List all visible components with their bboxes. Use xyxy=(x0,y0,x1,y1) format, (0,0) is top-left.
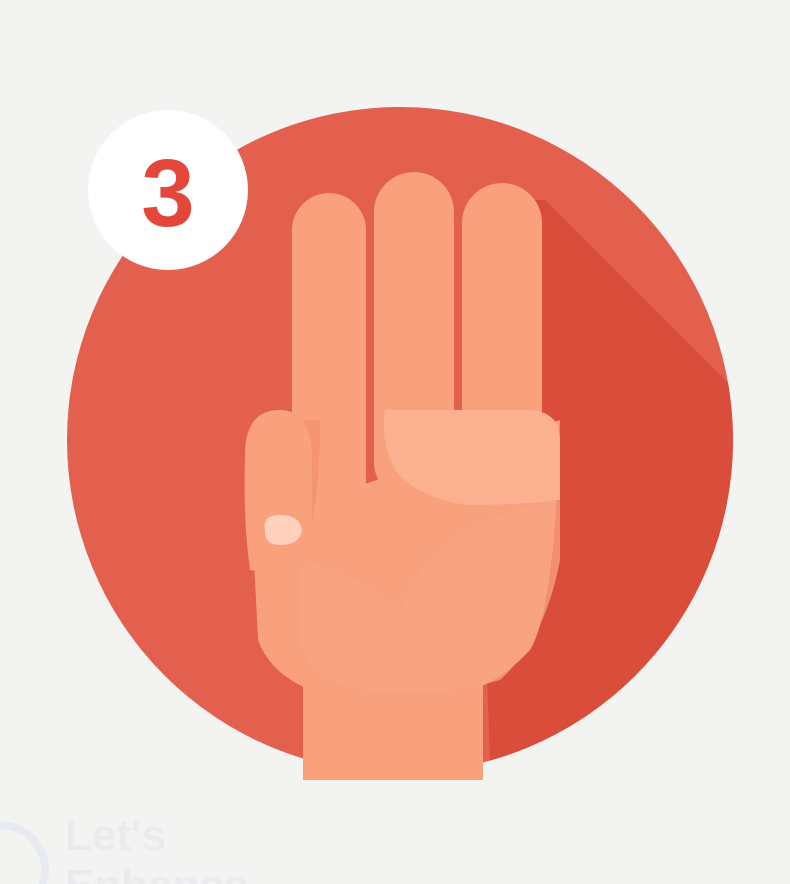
badge-number: 3 xyxy=(141,140,194,247)
watermark-line-1: Let's xyxy=(65,811,166,860)
lets-enhance-watermark: Let's Enhance xyxy=(0,811,248,884)
thumbnail-icon xyxy=(264,515,302,545)
watermark-line-2: Enhance xyxy=(65,861,248,884)
number-badge: 3 xyxy=(88,110,248,270)
three-fingers-hand-icon: 3 xyxy=(67,107,733,780)
thumb xyxy=(244,410,312,572)
hand-counting-illustration: 3 Let's Enhance xyxy=(0,0,790,884)
